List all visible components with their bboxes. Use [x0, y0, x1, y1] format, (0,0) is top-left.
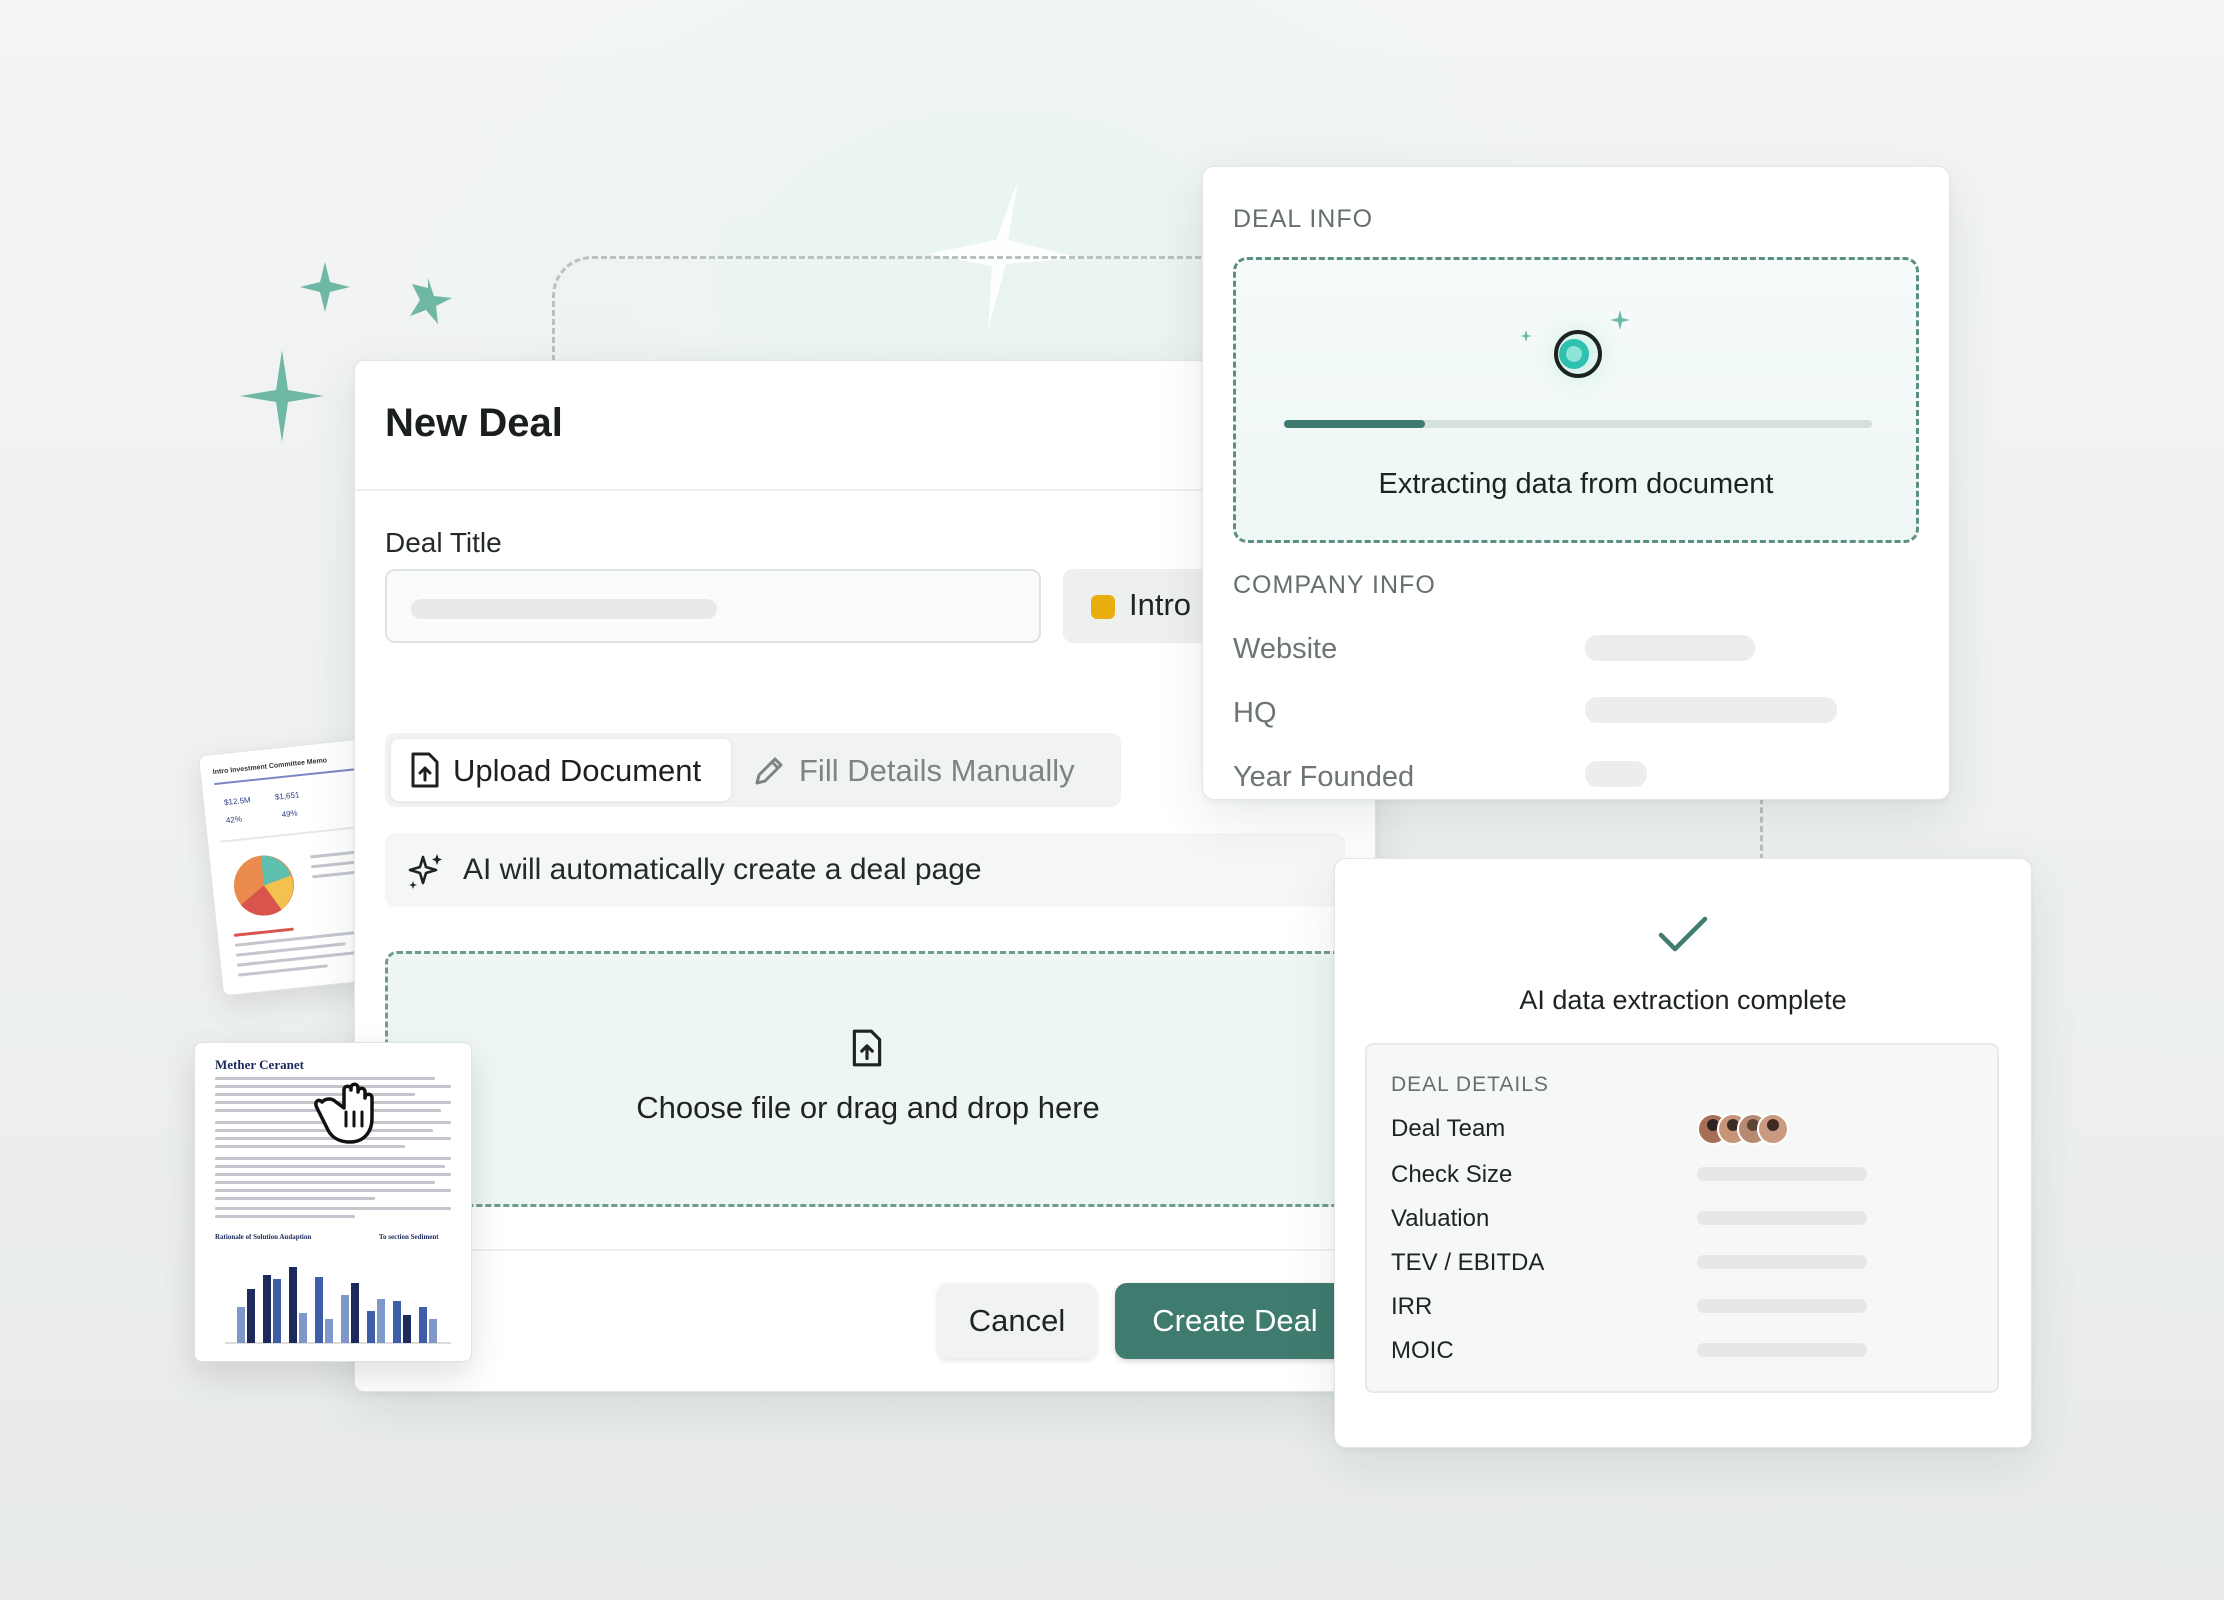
tab-upload-document[interactable]: Upload Document [391, 739, 731, 801]
check-icon [1658, 916, 1708, 952]
check-size-skeleton [1697, 1167, 1867, 1181]
divider [355, 1249, 1375, 1251]
bar-chart-icon [225, 1267, 451, 1344]
deal-info-heading: DEAL INFO [1233, 205, 1374, 233]
year-founded-label: Year Founded [1233, 761, 1415, 793]
tev-ebitda-label: TEV / EBITDA [1391, 1249, 1545, 1276]
grab-cursor-icon [314, 1082, 374, 1144]
check-size-label: Check Size [1391, 1161, 1513, 1188]
input-placeholder-skeleton [411, 599, 717, 619]
sparkles-icon [408, 854, 442, 889]
pencil-icon [755, 757, 783, 785]
deal-details-heading: DEAL DETAILS [1391, 1073, 1549, 1096]
deal-team-label: Deal Team [1391, 1115, 1506, 1142]
progress-fill [1284, 420, 1426, 428]
chart-title-left: Rationale of Solution Audaption [215, 1233, 312, 1241]
file-upload-icon [852, 1029, 882, 1067]
tev-ebitda-skeleton [1697, 1255, 1867, 1269]
hq-value-skeleton [1585, 697, 1837, 723]
ai-banner-text: AI will automatically create a deal page [463, 853, 982, 886]
moic-skeleton [1697, 1343, 1867, 1357]
website-value-skeleton [1585, 635, 1755, 661]
deal-details-box: DEAL DETAILS Deal Team Check Size Valuat… [1365, 1043, 1999, 1393]
deal-title-input[interactable] [385, 569, 1041, 643]
ai-loader-icon [1520, 306, 1630, 402]
irr-skeleton [1697, 1299, 1867, 1313]
moic-label: MOIC [1391, 1337, 1454, 1364]
deal-title-label: Deal Title [385, 527, 502, 558]
stage-select[interactable]: Intro [1063, 569, 1223, 643]
valuation-skeleton [1697, 1211, 1867, 1225]
company-info-heading: COMPANY INFO [1233, 571, 1436, 599]
connector-line [1760, 798, 1763, 860]
connector-line [552, 256, 1255, 369]
valuation-label: Valuation [1391, 1205, 1490, 1232]
file-dropzone[interactable]: Choose file or drag and drop here [385, 951, 1385, 1207]
chart-title-right: To section Sediment [379, 1233, 439, 1241]
tab-manual-label: Fill Details Manually [799, 753, 1075, 788]
extraction-status-text: Extracting data from document [1378, 468, 1774, 500]
pie-chart-icon [233, 855, 294, 916]
input-mode-tabs: Upload Document Fill Details Manually [385, 733, 1121, 807]
tab-upload-label: Upload Document [453, 753, 702, 788]
extraction-complete-title: AI data extraction complete [1519, 985, 1847, 1015]
dialog-title: New Deal [385, 401, 563, 445]
irr-label: IRR [1391, 1293, 1433, 1320]
document-title: Mether Ceranet [215, 1057, 304, 1072]
avatar-group [1697, 1113, 1789, 1145]
dropzone-text: Choose file or drag and drop here [636, 1090, 1100, 1125]
stage-dot [1091, 595, 1115, 619]
deal-info-panel: DEAL INFO Extracting data from document … [1202, 166, 1950, 800]
tab-fill-manually[interactable]: Fill Details Manually [737, 739, 1117, 801]
file-upload-icon [411, 752, 439, 788]
hq-label: HQ [1233, 697, 1277, 729]
extraction-complete-panel: AI data extraction complete DEAL DETAILS… [1334, 858, 2032, 1448]
stage-label: Intro [1129, 587, 1192, 622]
extraction-status-box: Extracting data from document [1233, 257, 1919, 543]
extraction-progress-bar [1284, 420, 1872, 428]
cancel-button[interactable]: Cancel [937, 1283, 1097, 1359]
year-founded-value-skeleton [1585, 761, 1647, 787]
website-label: Website [1233, 633, 1338, 665]
ai-info-banner: AI will automatically create a deal page [385, 833, 1345, 907]
create-deal-button[interactable]: Create Deal [1115, 1283, 1355, 1359]
